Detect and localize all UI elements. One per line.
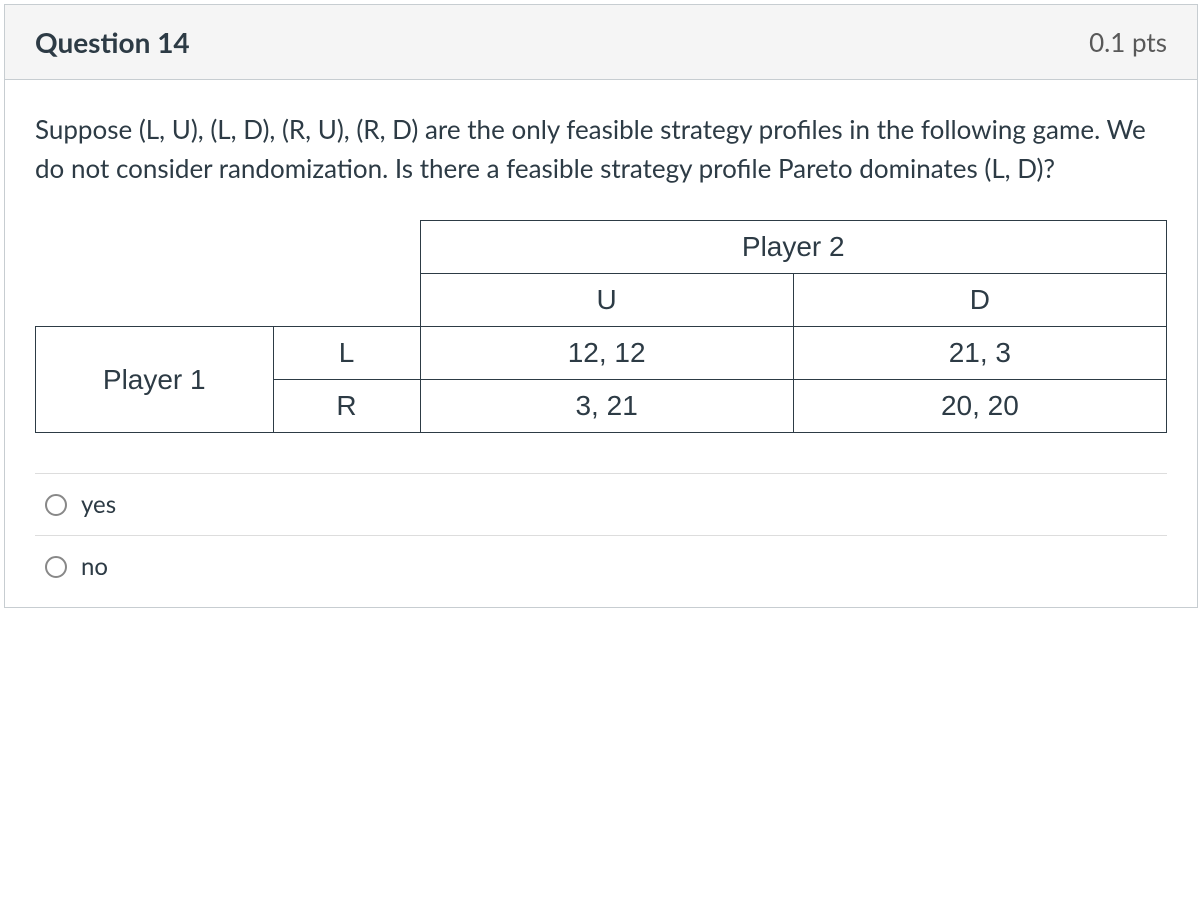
question-title: Question 14 (35, 25, 190, 59)
col-header-u: U (420, 274, 793, 327)
payoff-rd: 20, 20 (793, 380, 1166, 433)
table-blank (273, 274, 420, 327)
player1-label: Player 1 (36, 327, 274, 433)
answers: yes no (35, 473, 1167, 597)
question-points: 0.1 pts (1089, 26, 1167, 58)
col-header-d: D (793, 274, 1166, 327)
question-header: Question 14 0.1 pts (5, 5, 1197, 80)
player2-label: Player 2 (420, 221, 1166, 274)
table-blank (36, 221, 274, 274)
payoff-table: Player 2 U D Player 1 L 12, 12 21, 3 R 3… (35, 220, 1167, 433)
payoff-ld: 21, 3 (793, 327, 1166, 380)
answer-label: no (81, 552, 108, 581)
radio-icon[interactable] (45, 494, 67, 516)
answer-option-no[interactable]: no (35, 536, 1167, 597)
question-body: Suppose (L, U), (L, D), (R, U), (R, D) a… (5, 80, 1197, 607)
radio-icon[interactable] (45, 556, 67, 578)
question-text: Suppose (L, U), (L, D), (R, U), (R, D) a… (35, 110, 1167, 188)
table-blank (273, 221, 420, 274)
row-header-l: L (273, 327, 420, 380)
payoff-ru: 3, 21 (420, 380, 793, 433)
answer-option-yes[interactable]: yes (35, 474, 1167, 536)
question-container: Question 14 0.1 pts Suppose (L, U), (L, … (4, 4, 1198, 608)
answer-label: yes (81, 490, 116, 519)
payoff-lu: 12, 12 (420, 327, 793, 380)
table-blank (36, 274, 274, 327)
row-header-r: R (273, 380, 420, 433)
